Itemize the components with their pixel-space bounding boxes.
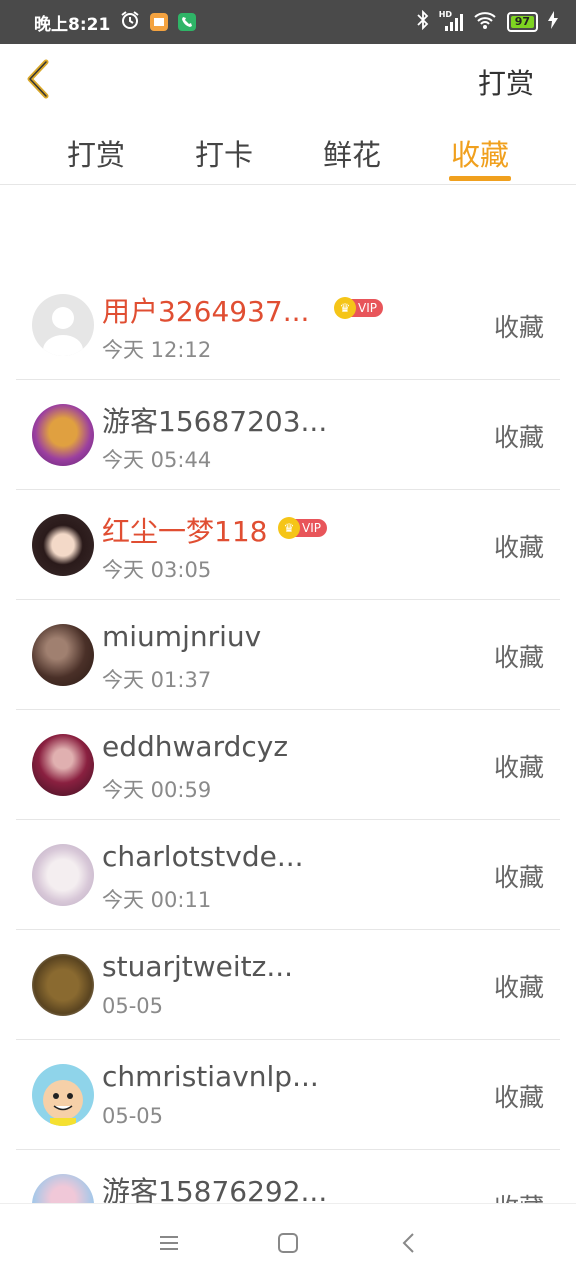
vip-badge: ♛ VIP — [278, 517, 327, 539]
alarm-icon — [120, 10, 140, 35]
action-label: 收藏 — [493, 1083, 544, 1112]
user-name: chmristiavnlp... — [102, 1060, 319, 1093]
vip-badge: ♛ VIP — [334, 297, 383, 319]
favorites-list: 用户3264937... ♛ VIP 今天 12:12 收藏 游客1568720… — [16, 270, 560, 1259]
avatar — [32, 404, 94, 466]
timestamp: 05-05 — [102, 1104, 164, 1128]
status-bar: 晚上8:21 HD 97 — [0, 0, 576, 44]
action-label: 收藏 — [493, 753, 544, 782]
action-label: 收藏 — [493, 643, 544, 672]
tab-bar: 打赏 打卡 鲜花 收藏 — [0, 118, 576, 185]
header: 打赏 — [0, 44, 576, 114]
battery-icon: 97 — [506, 12, 538, 32]
tab-checkin[interactable]: 打卡 — [195, 132, 253, 174]
list-item[interactable]: 红尘一梦118 ♛ VIP 今天 03:05 收藏 — [16, 490, 560, 600]
home-button[interactable] — [273, 1228, 303, 1258]
user-name: stuarjtweitz... — [102, 950, 294, 983]
bluetooth-icon — [417, 9, 429, 35]
user-name: 游客15687203... — [102, 405, 328, 438]
user-name: miumjnriuv — [102, 620, 262, 653]
menu-button[interactable] — [154, 1228, 184, 1258]
timestamp: 今天 03:05 — [102, 558, 212, 582]
avatar — [32, 294, 94, 356]
menu-icon — [160, 1236, 178, 1250]
list-item[interactable]: miumjnriuv 今天 01:37 收藏 — [16, 600, 560, 710]
wifi-icon — [473, 10, 497, 35]
active-tab-indicator — [449, 176, 511, 181]
header-reward-button[interactable]: 打赏 — [478, 62, 534, 102]
list-item[interactable]: eddhwardcyz 今天 00:59 收藏 — [16, 710, 560, 820]
list-item[interactable]: chmristiavnlp... 05-05 收藏 — [16, 1040, 560, 1150]
avatar — [32, 954, 94, 1016]
action-label: 收藏 — [493, 313, 544, 342]
timestamp: 今天 00:11 — [102, 888, 212, 912]
user-name: 红尘一梦118 — [102, 515, 268, 548]
home-square-icon — [278, 1233, 298, 1253]
status-time: 晚上8:21 — [34, 14, 111, 35]
avatar — [32, 624, 94, 686]
avatar — [32, 1064, 94, 1126]
tab-reward[interactable]: 打赏 — [67, 132, 125, 174]
battery-level: 97 — [510, 16, 534, 28]
timestamp: 今天 05:44 — [102, 448, 212, 472]
action-label: 收藏 — [493, 533, 544, 562]
back-chevron-icon — [27, 59, 49, 99]
timestamp: 今天 12:12 — [102, 338, 212, 362]
user-name: charlotstvde... — [102, 840, 304, 873]
avatar — [32, 844, 94, 906]
back-triangle-icon — [402, 1233, 414, 1253]
phone-app-icon — [178, 13, 197, 31]
charging-icon — [548, 10, 558, 34]
user-name: eddhwardcyz — [102, 730, 289, 763]
back-button[interactable] — [22, 58, 56, 100]
action-label: 收藏 — [493, 863, 544, 892]
action-label: 收藏 — [493, 973, 544, 1002]
system-back-button[interactable] — [394, 1228, 424, 1258]
timestamp: 今天 01:37 — [102, 668, 212, 692]
list-item[interactable]: 游客15687203... 今天 05:44 收藏 — [16, 380, 560, 490]
avatar — [32, 514, 94, 576]
signal-icon: HD — [439, 10, 463, 32]
system-nav-bar — [0, 1203, 576, 1281]
crown-icon: ♛ — [278, 517, 300, 539]
action-label: 收藏 — [493, 423, 544, 452]
user-name: 用户3264937... — [102, 295, 310, 328]
tab-flowers[interactable]: 鲜花 — [323, 132, 381, 174]
list-item[interactable]: stuarjtweitz... 05-05 收藏 — [16, 930, 560, 1040]
crown-icon: ♛ — [334, 297, 356, 319]
tab-favorites[interactable]: 收藏 — [451, 132, 509, 174]
list-item[interactable]: 用户3264937... ♛ VIP 今天 12:12 收藏 — [16, 270, 560, 380]
timestamp: 今天 00:59 — [102, 778, 212, 802]
timestamp: 05-05 — [102, 994, 164, 1018]
avatar — [32, 734, 94, 796]
notification-app-icon — [150, 13, 169, 31]
list-item[interactable]: charlotstvde... 今天 00:11 收藏 — [16, 820, 560, 930]
